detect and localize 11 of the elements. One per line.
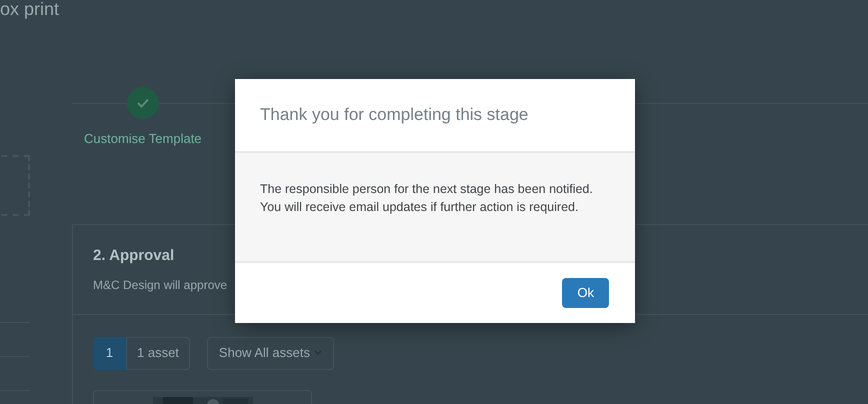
dialog-title: Thank you for completing this stage bbox=[260, 104, 528, 126]
dialog-message: The responsible person for the next stage has been notified. bbox=[260, 181, 594, 198]
section-description: M&C Design will approve bbox=[93, 276, 228, 294]
page-title: ox print bbox=[0, 0, 60, 18]
asset-count: 1 asset bbox=[126, 336, 190, 370]
step-label[interactable]: Customise Template bbox=[84, 129, 202, 148]
ok-button[interactable]: Ok bbox=[562, 278, 609, 308]
filter-dropdown[interactable]: Show All assets bbox=[206, 336, 334, 370]
dialog-message: You will receive email updates if further action is required. bbox=[260, 199, 580, 216]
page-number[interactable]: 1 bbox=[93, 336, 126, 370]
section-title: 2. Approval bbox=[93, 246, 176, 266]
